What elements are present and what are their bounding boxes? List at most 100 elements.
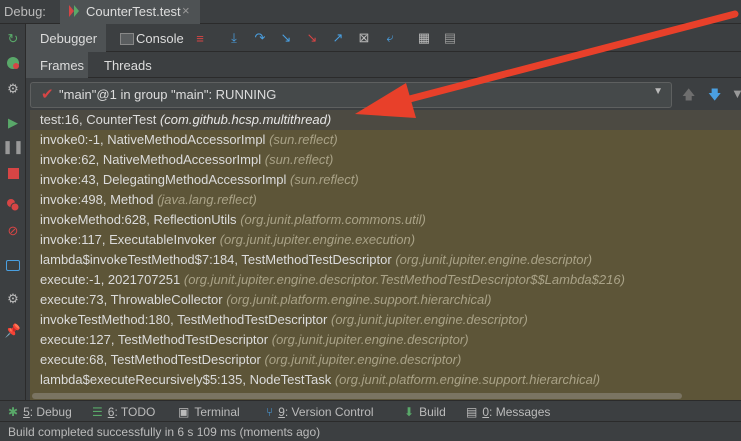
tool-messages[interactable]: ▤ 0: Messages bbox=[466, 403, 550, 420]
stop-icon[interactable] bbox=[4, 164, 22, 182]
restore-layout-icon[interactable]: ≡ bbox=[192, 30, 208, 46]
frame-package: (org.junit.jupiter.engine.descriptor) bbox=[330, 312, 528, 327]
frame-row[interactable]: execute:127, TestMethodTestDescriptor (o… bbox=[30, 330, 741, 350]
pause-icon[interactable]: ❚❚ bbox=[2, 138, 24, 156]
evaluate-expression-icon[interactable]: ▦ bbox=[416, 30, 432, 46]
gear-icon[interactable]: ⚙ bbox=[4, 290, 22, 308]
frame-package: (sun.reflect) bbox=[264, 152, 334, 167]
frames-list[interactable]: test:16, CounterTest (com.github.hcsp.mu… bbox=[30, 110, 741, 400]
frame-package: (org.junit.jupiter.engine.descriptor) bbox=[395, 252, 593, 267]
frame-row[interactable]: execute:73, ThrowableCollector (org.juni… bbox=[30, 290, 741, 310]
thread-bar: ✔ "main"@1 in group "main": RUNNING ▼ 🡅 … bbox=[26, 78, 741, 110]
frame-row[interactable]: invoke:62, NativeMethodAccessorImpl (sun… bbox=[30, 150, 741, 170]
tab-frames-label: Frames bbox=[40, 58, 85, 73]
frame-package: (org.junit.jupiter.engine.descriptor.Tes… bbox=[183, 272, 625, 287]
frame-row[interactable]: lambda$invokeTestMethod$7:184, TestMetho… bbox=[30, 250, 741, 270]
tab-debugger[interactable]: Debugger bbox=[26, 24, 106, 55]
frame-row[interactable]: execute:-1, 2021707251 (org.junit.jupite… bbox=[30, 270, 741, 290]
frame-row[interactable]: test:16, CounterTest (com.github.hcsp.mu… bbox=[30, 110, 741, 130]
debug-toolbar: Debugger Console ≡ ⤓ ↷ ↘ ↘ ↗ ⊠ ⤶ ▦ ▤ bbox=[26, 24, 741, 55]
frame-method: lambda$invokeTestMethod$7:184, TestMetho… bbox=[40, 252, 392, 267]
frame-method: invoke:62, NativeMethodAccessorImpl bbox=[40, 152, 262, 167]
thread-select[interactable]: ✔ "main"@1 in group "main": RUNNING ▼ bbox=[30, 82, 672, 108]
run-config-tab[interactable]: CounterTest.test × bbox=[60, 0, 200, 27]
frame-package: (org.junit.jupiter.engine.descriptor) bbox=[271, 332, 469, 347]
resume-icon[interactable]: ▶ bbox=[4, 114, 22, 132]
frame-package: (org.junit.platform.commons.util) bbox=[240, 212, 426, 227]
messages-icon: ▤ bbox=[466, 404, 478, 419]
frame-method: lambda$executeRecursively$5:135, NodeTes… bbox=[40, 372, 332, 387]
frame-row[interactable]: invoke:117, ExecutableInvoker (org.junit… bbox=[30, 230, 741, 250]
tab-frames[interactable]: Frames bbox=[26, 52, 88, 81]
left-toolbar: ↻ ⚙ ▶ ❚❚ ⊘ ⚙ 📌 bbox=[0, 24, 26, 400]
frame-package: (sun.reflect) bbox=[290, 172, 359, 187]
version-control-icon: ⑂ bbox=[266, 404, 274, 419]
frame-row[interactable]: invoke0:-1, NativeMethodAccessorImpl (su… bbox=[30, 130, 741, 150]
frame-row[interactable]: invokeTestMethod:180, TestMethodTestDesc… bbox=[30, 310, 741, 330]
rerun-failed-icon[interactable] bbox=[4, 54, 22, 72]
tab-threads[interactable]: Threads bbox=[92, 52, 162, 78]
mute-breakpoints-icon[interactable]: ⊘ bbox=[4, 222, 22, 240]
step-over-icon[interactable]: ↷ bbox=[252, 30, 268, 46]
frame-method: invoke:117, ExecutableInvoker bbox=[40, 232, 217, 247]
tab-debugger-label: Debugger bbox=[40, 31, 98, 46]
frame-row[interactable]: invoke:43, DelegatingMethodAccessorImpl … bbox=[30, 170, 741, 190]
frame-package: (org.junit.platform.engine.support.hiera… bbox=[226, 292, 492, 307]
frame-method: invoke:498, Method bbox=[40, 192, 154, 207]
bug-icon: ✱ bbox=[8, 404, 19, 419]
tool-version-control[interactable]: ⑂ 9: Version Control bbox=[266, 403, 374, 420]
running-check-icon: ✔ bbox=[41, 86, 54, 103]
camera-icon[interactable] bbox=[4, 256, 22, 274]
tool-terminal[interactable]: ▣ Terminal bbox=[178, 403, 240, 420]
tab-console[interactable]: Console bbox=[112, 24, 186, 52]
frame-row[interactable]: lambda$executeRecursively$5:135, NodeTes… bbox=[30, 370, 741, 390]
frame-method: invokeTestMethod:180, TestMethodTestDesc… bbox=[40, 312, 328, 327]
step-into-icon[interactable]: ↘ bbox=[278, 30, 294, 46]
frame-method: execute:127, TestMethodTestDescriptor bbox=[40, 332, 269, 347]
tool-build[interactable]: ⬇ Build bbox=[404, 403, 446, 420]
tab-threads-label: Threads bbox=[104, 58, 152, 73]
title-bar: Debug: CounterTest.test × bbox=[0, 0, 741, 27]
chevron-down-icon: ▼ bbox=[653, 86, 663, 97]
thread-select-value: "main"@1 in group "main": RUNNING bbox=[59, 87, 277, 102]
frame-method: invoke0:-1, NativeMethodAccessorImpl bbox=[40, 132, 266, 147]
step-out-icon[interactable]: ↗ bbox=[330, 30, 346, 46]
run-tab-label: CounterTest.test bbox=[86, 4, 181, 19]
filter-icon[interactable]: ▼ bbox=[731, 86, 741, 101]
next-frame-icon[interactable]: 🡇 bbox=[708, 86, 721, 108]
horizontal-scrollbar[interactable] bbox=[32, 393, 682, 399]
pin-icon[interactable]: 📌 bbox=[4, 322, 22, 340]
terminal-icon: ▣ bbox=[178, 404, 190, 419]
previous-frame-icon[interactable]: 🡅 bbox=[682, 86, 695, 108]
todo-icon: ☰ bbox=[92, 404, 103, 419]
frame-method: invokeMethod:628, ReflectionUtils bbox=[40, 212, 237, 227]
tool-window-bar: ✱ 5: Debug ☰ 6: TODO ▣ Terminal ⑂ 9: Version… bbox=[0, 400, 741, 421]
run-to-cursor-icon[interactable]: ⤶ bbox=[382, 30, 398, 46]
frames-threads-tabs: Frames Threads bbox=[26, 52, 741, 81]
tool-debug[interactable]: ✱ 5: Debug bbox=[8, 403, 72, 420]
settings-icon[interactable]: ⚙ bbox=[4, 80, 22, 98]
drop-frame-icon[interactable]: ⊠ bbox=[356, 30, 372, 46]
status-text: Build completed successfully in 6 s 109 … bbox=[8, 425, 321, 439]
frame-package: (com.github.hcsp.multithread) bbox=[159, 112, 332, 127]
frame-row[interactable]: invokeMethod:628, ReflectionUtils (org.j… bbox=[30, 210, 741, 230]
frame-row[interactable]: execute:68, TestMethodTestDescriptor (or… bbox=[30, 350, 741, 370]
tool-todo[interactable]: ☰ 6: TODO bbox=[92, 403, 155, 420]
trace-icon[interactable]: ▤ bbox=[442, 30, 458, 46]
frame-method: execute:68, TestMethodTestDescriptor bbox=[40, 352, 261, 367]
frame-method: invoke:43, DelegatingMethodAccessorImpl bbox=[40, 172, 287, 187]
frame-method: execute:73, ThrowableCollector bbox=[40, 292, 223, 307]
frame-row[interactable]: invoke:498, Method (java.lang.reflect) bbox=[30, 190, 741, 210]
force-step-into-icon[interactable]: ↘ bbox=[304, 30, 320, 46]
rerun-icon[interactable]: ↻ bbox=[4, 30, 22, 48]
view-breakpoints-icon[interactable] bbox=[4, 196, 22, 214]
frame-method: execute:-1, 2021707251 bbox=[40, 272, 181, 287]
console-icon bbox=[120, 33, 134, 45]
close-icon[interactable]: × bbox=[182, 3, 190, 18]
show-execution-point-icon[interactable]: ⤓ bbox=[226, 30, 242, 46]
frame-package: (sun.reflect) bbox=[269, 132, 338, 147]
frame-package: (org.junit.platform.engine.support.hiera… bbox=[334, 372, 601, 387]
debug-label: Debug: bbox=[4, 4, 46, 19]
status-bar: Build completed successfully in 6 s 109 … bbox=[0, 421, 741, 441]
junit-icon bbox=[69, 5, 79, 17]
